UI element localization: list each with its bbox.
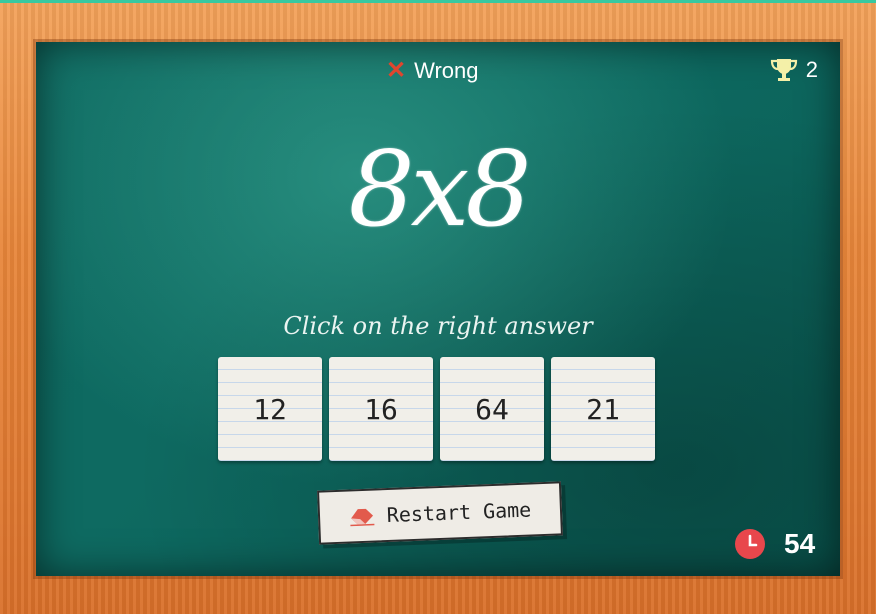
answer-options: 12 16 64 21 (218, 357, 655, 461)
status-text: Wrong (414, 58, 479, 83)
answer-status: ✕ Wrong (386, 58, 479, 84)
restart-game-button[interactable]: Restart Game (317, 481, 563, 545)
trophy-icon (770, 59, 797, 81)
answer-option-1[interactable]: 12 (218, 357, 322, 461)
timer-display: 54 (734, 528, 815, 560)
timer-value: 54 (784, 528, 816, 559)
instruction-text: Click on the right answer (283, 312, 593, 340)
x-icon: ✕ (386, 57, 407, 84)
question-text: 8x8 (348, 128, 532, 250)
score-value: 2 (805, 57, 818, 82)
answer-option-4[interactable]: 21 (551, 357, 655, 461)
clock-icon (735, 529, 765, 559)
eraser-icon (350, 508, 375, 527)
restart-label: Restart Game (386, 497, 532, 528)
answer-option-2[interactable]: 16 (329, 357, 433, 461)
answer-option-3[interactable]: 64 (440, 357, 544, 461)
score-display: 2 (770, 57, 818, 83)
